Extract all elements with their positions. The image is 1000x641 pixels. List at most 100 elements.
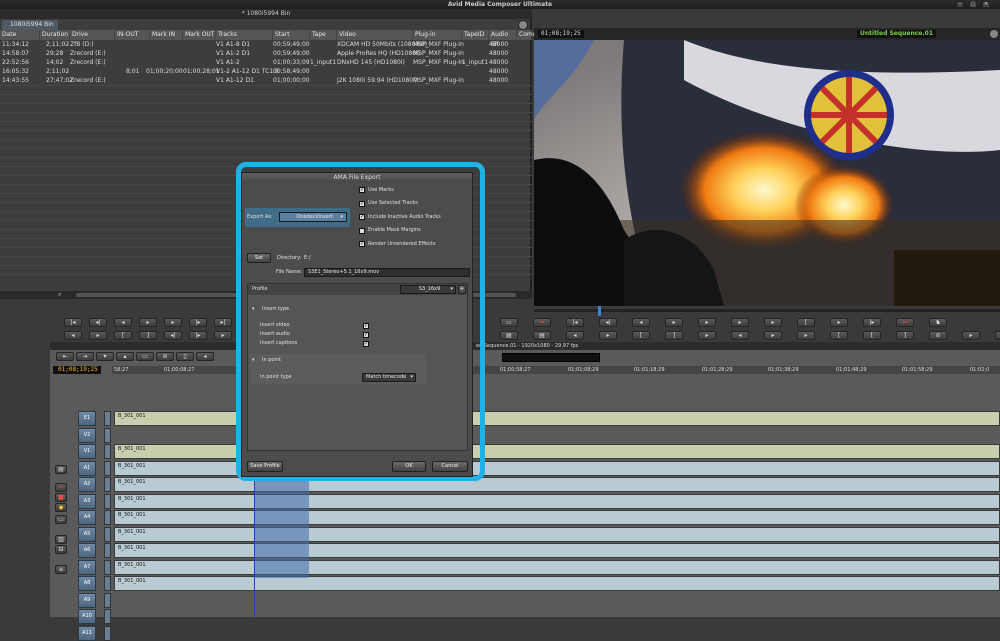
tb2-button-2[interactable]: [: [114, 331, 132, 340]
track-selector-a11[interactable]: A11: [78, 625, 96, 641]
track-lock-icon[interactable]: [104, 625, 111, 641]
bin-column-header[interactable]: Duration: [40, 30, 70, 40]
tb2-button-3[interactable]: ]: [139, 331, 157, 340]
tb3-button-0[interactable]: ⇤: [56, 352, 74, 361]
timeline-clip[interactable]: B_301_001: [114, 543, 1000, 558]
bin-column-header[interactable]: Comm: [517, 30, 539, 40]
tb3-button-3[interactable]: ▴: [116, 352, 134, 361]
bin-column-header[interactable]: Video: [337, 30, 413, 40]
track-lock-icon[interactable]: [104, 460, 111, 476]
bin-column-header[interactable]: IN-OUT: [115, 30, 150, 40]
record-icon[interactable]: ⇨: [55, 483, 67, 492]
tb1-button-1[interactable]: ◂|: [89, 318, 107, 327]
tb1-right-button-6[interactable]: ▸: [698, 318, 716, 327]
tb1-right-button-5[interactable]: ▸: [665, 318, 683, 327]
bin-column-header[interactable]: Tracks: [216, 30, 273, 40]
bin-column-header[interactable]: Mark OUT: [183, 30, 216, 40]
insert-video-checkbox[interactable]: ✓: [363, 323, 369, 329]
track-selector-a1[interactable]: A1: [78, 460, 96, 476]
track-lock-icon[interactable]: [104, 576, 111, 591]
tb2-right-button-8[interactable]: ▸: [764, 331, 782, 340]
tb2-right-button-9[interactable]: ▸: [797, 331, 815, 340]
track-view-icon[interactable]: ▥: [55, 535, 67, 544]
tb3-button-1[interactable]: ⇥: [76, 352, 94, 361]
track-selector-a8[interactable]: A8: [78, 576, 96, 591]
tb2-right-button-5[interactable]: ]: [665, 331, 683, 340]
track-selector-a6[interactable]: A6: [78, 543, 96, 558]
profile-add-button[interactable]: +: [458, 285, 466, 294]
record-position-bar[interactable]: [534, 306, 1000, 316]
export-option-checkbox[interactable]: ✓: [359, 214, 365, 220]
track-selector-e1[interactable]: E1: [78, 411, 96, 426]
track-lock-icon[interactable]: [104, 444, 111, 459]
tb1-right-button-4[interactable]: ◂: [632, 318, 650, 327]
tb3-button-5[interactable]: ⊘: [156, 352, 174, 361]
timeline-clip[interactable]: B_301_001: [114, 493, 1000, 509]
tb1-button-3[interactable]: ▸: [139, 318, 157, 327]
export-option-checkbox[interactable]: [359, 227, 365, 234]
tb2-right-button-4[interactable]: [: [632, 331, 650, 340]
ok-button[interactable]: OK: [392, 461, 426, 472]
minimize-button[interactable]: –: [956, 1, 964, 8]
export-as-select[interactable]: OnedeckInsert ▾: [279, 212, 347, 222]
bin-column-header[interactable]: Plug-in: [413, 30, 462, 40]
tb1-button-5[interactable]: |▸: [189, 318, 207, 327]
bin-column-header[interactable]: Date: [0, 30, 40, 40]
track-lock-icon[interactable]: [104, 510, 111, 525]
tb2-right-button-12[interactable]: ]: [896, 331, 914, 340]
collapse-icon[interactable]: ▾: [252, 357, 255, 364]
insert-audio-checkbox[interactable]: ✓: [363, 332, 369, 338]
tb3-button-4[interactable]: ▭: [136, 352, 154, 361]
tb2-right-button-3[interactable]: ▸: [599, 331, 617, 340]
tb1-button-6[interactable]: ▸|: [214, 318, 232, 327]
filename-field[interactable]: S3E1_Stereo+5.1_16x9.mov: [304, 268, 470, 277]
export-option-checkbox[interactable]: ✓: [359, 187, 365, 193]
track-selector-a3[interactable]: A3: [78, 493, 96, 509]
segment-icon[interactable]: ▭: [55, 515, 67, 524]
audio-meter-icon[interactable]: ≡: [55, 565, 67, 574]
track-selector-a9[interactable]: A9: [78, 592, 96, 608]
tb1-right-button-7[interactable]: ▸: [731, 318, 749, 327]
tb1-right-button-9[interactable]: [: [797, 318, 815, 327]
bin-column-header[interactable]: Mark IN: [150, 30, 183, 40]
track-lock-icon[interactable]: [104, 526, 111, 542]
sequence-name[interactable]: Untitled Sequence.01: [857, 30, 936, 38]
bin-column-header[interactable]: Audio SR: [489, 30, 517, 48]
tb1-right-button-0[interactable]: ▭: [500, 318, 518, 327]
tb1-button-4[interactable]: ▸: [164, 318, 182, 327]
track-lock-icon[interactable]: [104, 477, 111, 492]
timeline-clip[interactable]: B_301_001: [114, 526, 1000, 542]
record-monitor-video[interactable]: [534, 40, 1000, 306]
tb3-button-2[interactable]: ▾: [96, 352, 114, 361]
timeline-clip[interactable]: B_301_001: [114, 576, 1000, 591]
insert-captions-checkbox[interactable]: ✓: [363, 341, 369, 347]
bin-clip-row[interactable]: 14:58:07 29;28 Zrecord (E:) V1 A1-2 D1 00;59…: [0, 49, 532, 58]
bin-tab[interactable]: 1080i5994 Bin: [2, 20, 58, 30]
bin-clip-row[interactable]: 16:05:32 2;11;02 8;01 01;00;20;00 01;00;28;0…: [0, 67, 532, 76]
tb1-right-button-2[interactable]: |◂: [566, 318, 584, 327]
track-lock-icon[interactable]: [104, 543, 111, 558]
tb1-right-button-10[interactable]: ▸: [830, 318, 848, 327]
track-selector-a4[interactable]: A4: [78, 510, 96, 525]
set-button[interactable]: Set: [247, 253, 271, 263]
tb2-button-0[interactable]: ◂: [64, 331, 82, 340]
tb3-button-6[interactable]: ▯: [176, 352, 194, 361]
zoom-icon[interactable]: ⊟: [55, 545, 67, 554]
tb3-button-7[interactable]: ◂: [196, 352, 214, 361]
track-selector-v1[interactable]: V1: [78, 444, 96, 459]
timeline-clip[interactable]: B_301_001: [114, 510, 1000, 525]
tb1-right-button-13[interactable]: ♞: [929, 318, 947, 327]
track-selector-a7[interactable]: A7: [78, 559, 96, 575]
track-selector-a2[interactable]: A2: [78, 477, 96, 492]
track-lock-icon[interactable]: [104, 559, 111, 575]
export-option-checkbox[interactable]: ✓: [359, 200, 365, 207]
position-indicator[interactable]: [598, 306, 601, 316]
collapse-icon[interactable]: ▾: [252, 306, 255, 313]
tb1-right-button-12[interactable]: ✂: [896, 318, 914, 327]
tb2-right-button-7[interactable]: ◂: [731, 331, 749, 340]
tb1-right-button-11[interactable]: |▸: [863, 318, 881, 327]
timeline-clip[interactable]: B_301_001: [114, 559, 1000, 575]
tb1-right-button-1[interactable]: ✂: [533, 318, 551, 327]
tb1-button-2[interactable]: ◂: [114, 318, 132, 327]
bin-column-header[interactable]: TapeID: [462, 30, 489, 40]
